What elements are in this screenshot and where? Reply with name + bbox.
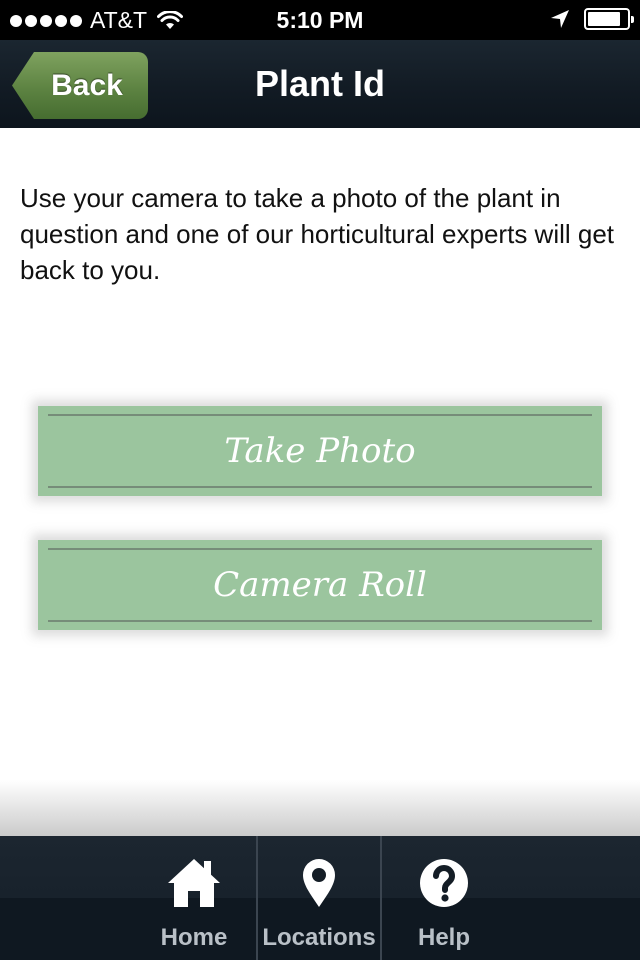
location-arrow-icon (551, 10, 569, 28)
back-button-label: Back (51, 68, 123, 102)
status-time: 5:10 PM (276, 7, 364, 33)
status-right (550, 8, 634, 30)
take-photo-label: Take Photo (224, 431, 416, 471)
tab-home-label: Home (160, 924, 228, 951)
help-icon (418, 856, 470, 910)
navigation-bar: Plant Id Back (0, 40, 640, 128)
take-photo-button[interactable]: Take Photo (38, 406, 602, 496)
status-bar: AT&T 5:10 PM (0, 0, 640, 40)
tab-help[interactable]: Help (382, 836, 506, 960)
tab-help-label: Help (417, 924, 470, 951)
tab-bar: Home Locations Help (0, 836, 640, 960)
content-shadow (0, 780, 640, 836)
tab-locations-label: Locations (262, 924, 376, 951)
camera-roll-label: Camera Roll (213, 565, 427, 605)
battery-level (588, 12, 620, 26)
intro-text: Use your camera to take a photo of the p… (20, 183, 615, 285)
tab-home[interactable]: Home (132, 836, 256, 960)
location-pin-icon (301, 856, 337, 910)
battery-icon (584, 8, 634, 30)
camera-roll-button[interactable]: Camera Roll (38, 540, 602, 630)
tab-locations[interactable]: Locations (258, 836, 380, 960)
back-button[interactable]: Back (12, 52, 148, 119)
home-icon (166, 856, 222, 910)
